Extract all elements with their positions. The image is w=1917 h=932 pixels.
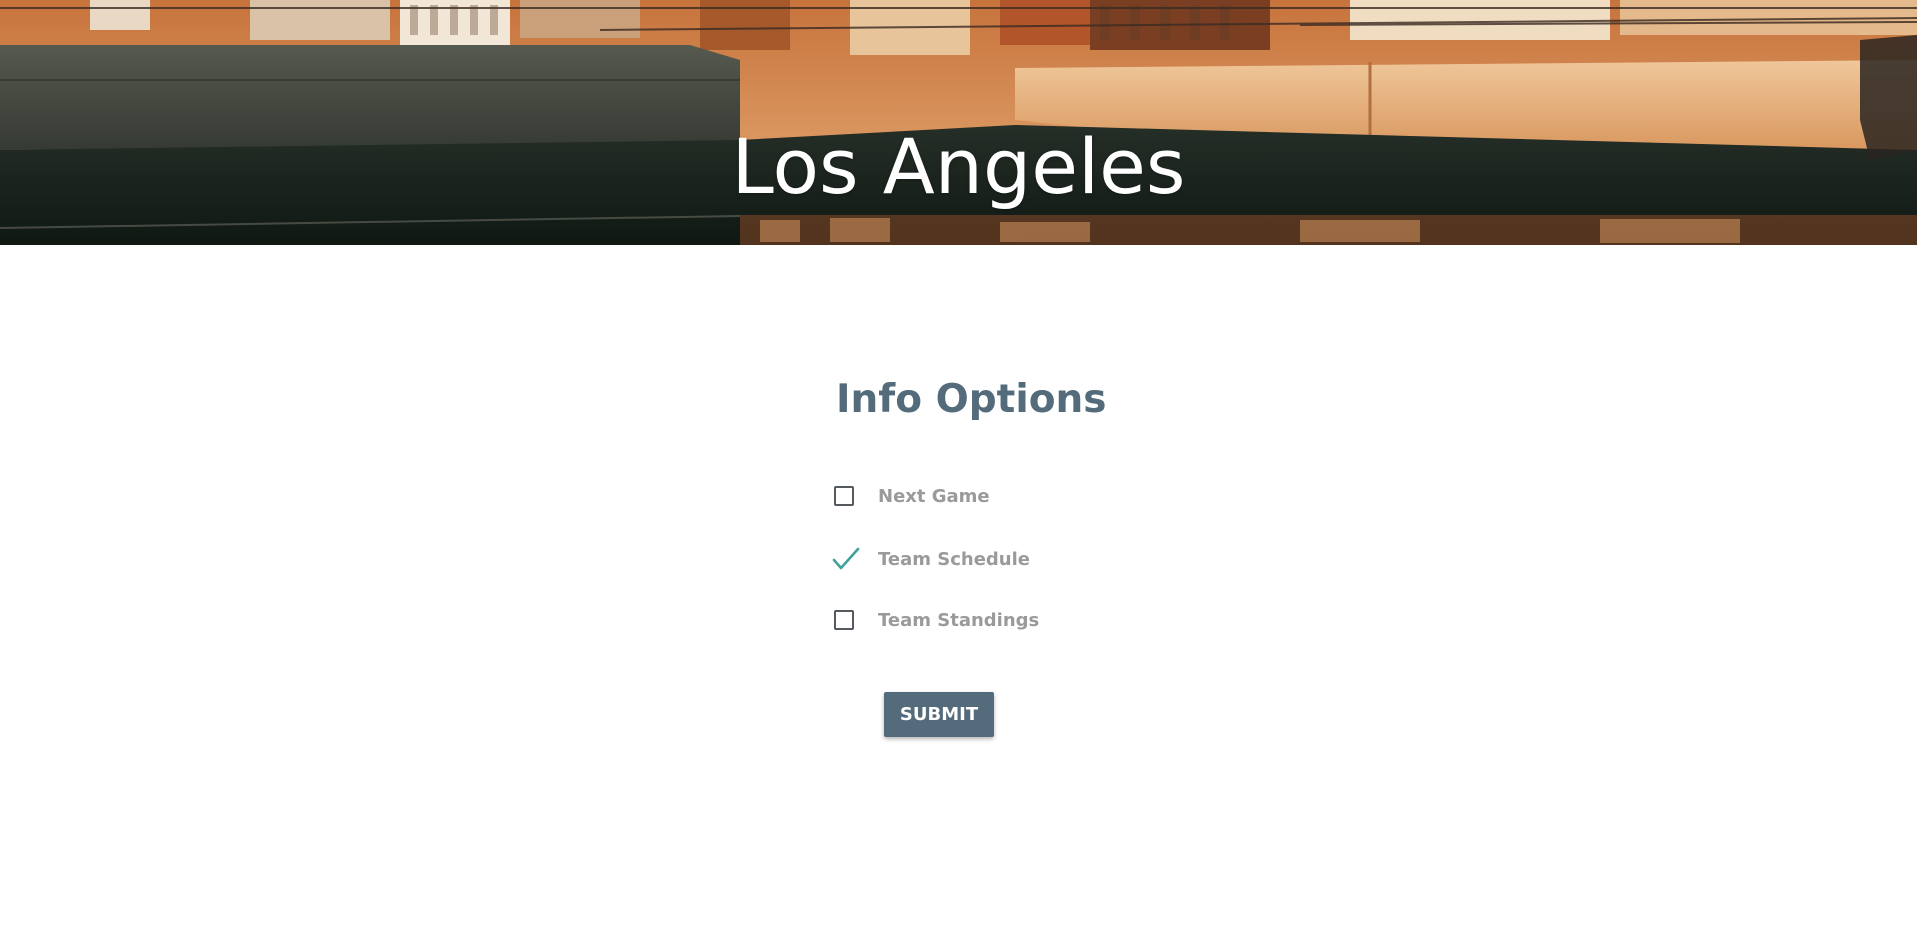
option-team-schedule[interactable]: Team Schedule [831,545,1030,573]
city-title: Los Angeles [731,121,1186,211]
submit-button[interactable]: SUBMIT [884,692,994,737]
option-label: Team Schedule [878,548,1030,570]
option-next-game[interactable]: Next Game [834,482,990,510]
checkbox-unchecked-icon[interactable] [834,486,854,506]
option-label: Next Game [878,485,990,507]
hero-banner: Los Angeles [0,0,1917,245]
info-options-heading: Info Options [836,377,1107,422]
option-label: Team Standings [878,609,1040,631]
checkbox-unchecked-icon[interactable] [834,610,854,630]
checkmark-icon[interactable] [831,546,861,572]
option-team-standings[interactable]: Team Standings [834,606,1039,634]
